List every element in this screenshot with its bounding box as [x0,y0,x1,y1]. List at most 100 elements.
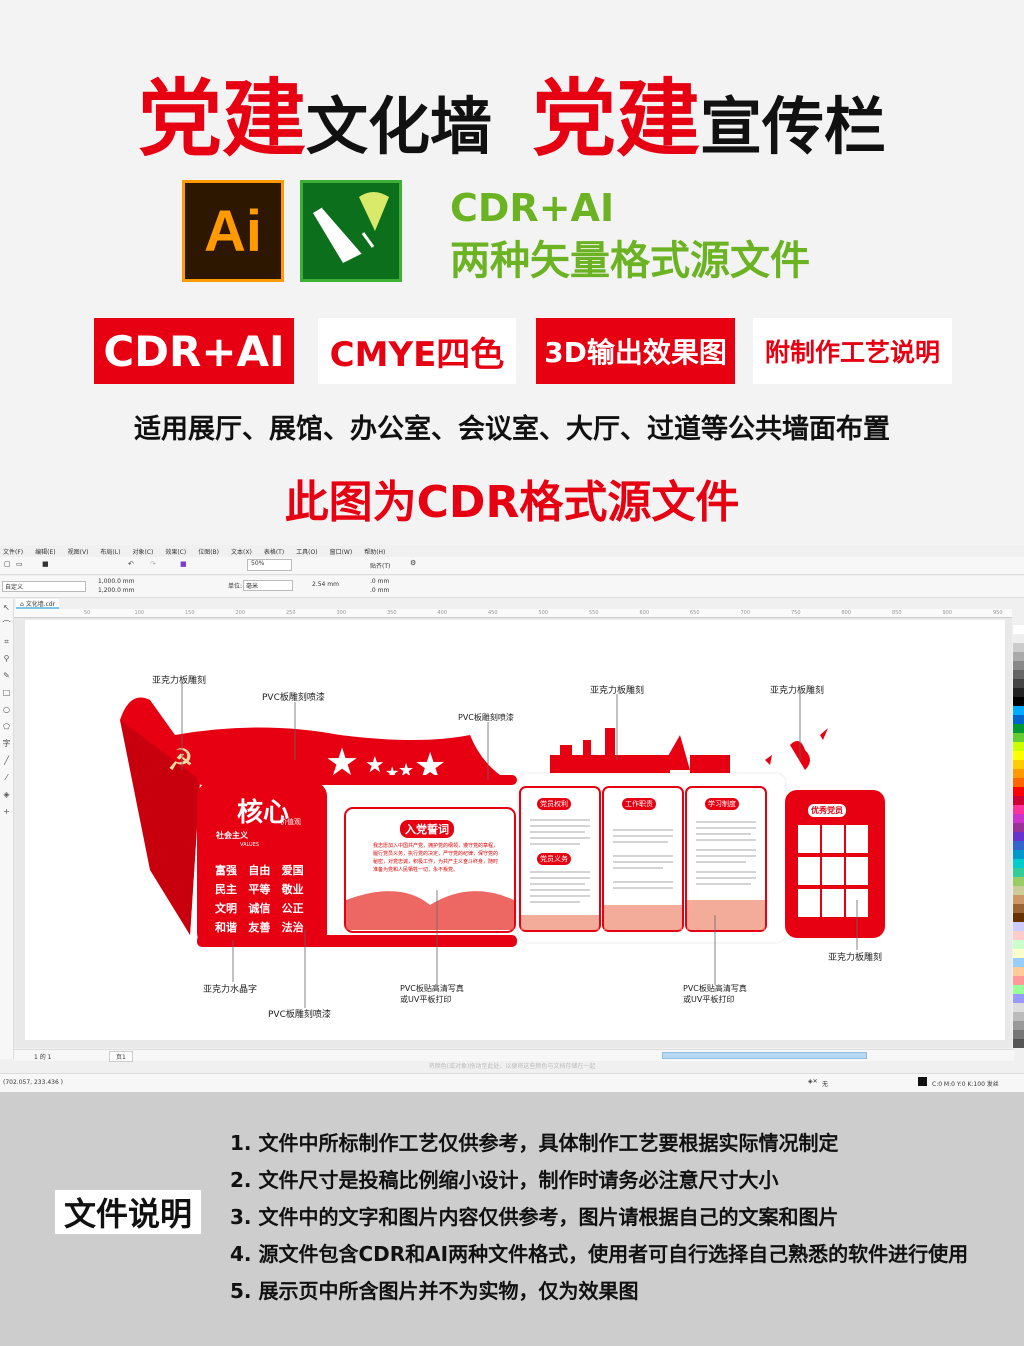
polygon-tool-icon[interactable]: ⬠ [0,718,13,735]
callout-label: PVC板雕刻喷漆 [262,693,325,703]
color-palette[interactable] [1013,625,1024,1055]
duplicate-y-field[interactable]: .0 mm [370,587,389,594]
palette-swatch[interactable] [1013,895,1024,904]
source-note: 此图为CDR格式源文件 [284,477,740,528]
palette-swatch[interactable] [1013,697,1024,706]
palette-swatch[interactable] [1013,832,1024,841]
hero-title: 党建文化墙 党建宣传栏 [0,52,1024,173]
palette-swatch[interactable] [1013,886,1024,895]
palette-swatch[interactable] [1013,949,1024,958]
palette-swatch[interactable] [1013,742,1024,751]
palette-swatch[interactable] [1013,850,1024,859]
page-preset-select[interactable]: 自定义 [2,581,86,592]
fill-tool-icon[interactable]: ◈ [0,786,13,803]
freehand-tool-icon[interactable]: ✎ [0,667,13,684]
palette-swatch[interactable] [1013,724,1024,733]
menu-window[interactable]: 窗口(W) [330,547,353,557]
palette-swatch[interactable] [1013,805,1024,814]
menu-file[interactable]: 文件(F) [3,547,23,557]
page-width-field[interactable]: 1,000.0 mm [98,578,135,585]
palette-swatch[interactable] [1013,976,1024,985]
unit-select[interactable]: 毫米 [243,580,293,591]
launcher-icon[interactable]: ■ [180,560,187,568]
palette-swatch[interactable] [1013,1012,1024,1021]
menu-tools[interactable]: 工具(O) [296,547,317,557]
snap-menu[interactable]: 贴齐(T) [370,561,390,570]
palette-swatch[interactable] [1013,688,1024,697]
menu-effects[interactable]: 效果(C) [165,547,186,557]
palette-swatch[interactable] [1013,625,1024,634]
palette-swatch[interactable] [1013,1003,1024,1012]
palette-swatch[interactable] [1013,841,1024,850]
menu-layout[interactable]: 布局(L) [100,547,120,557]
palette-swatch[interactable] [1013,814,1024,823]
ellipse-tool-icon[interactable]: ○ [0,701,13,718]
palette-swatch[interactable] [1013,679,1024,688]
palette-swatch[interactable] [1013,958,1024,967]
undo-icon[interactable]: ↶ [128,560,134,568]
zoom-tool-icon[interactable]: ⚲ [0,650,13,667]
palette-swatch[interactable] [1013,994,1024,1003]
star: ★ [365,753,385,778]
page-counter[interactable]: 1 的 1 [34,1052,51,1061]
menu-help[interactable]: 帮助(H) [364,547,385,557]
palette-swatch[interactable] [1013,787,1024,796]
menu-text[interactable]: 文本(X) [231,547,252,557]
palette-swatch[interactable] [1013,661,1024,670]
duplicate-x-field[interactable]: .0 mm [370,578,389,585]
shape-tool-icon[interactable]: ⌒ [0,616,13,633]
palette-swatch[interactable] [1013,868,1024,877]
doc-tab[interactable]: ⌂ 文化墙.cdr [16,599,60,609]
palette-swatch[interactable] [1013,769,1024,778]
menu-object[interactable]: 对象(C) [132,547,153,557]
palette-swatch[interactable] [1013,1039,1024,1048]
palette-swatch[interactable] [1013,760,1024,769]
palette-swatch[interactable] [1013,706,1024,715]
add-tool-icon[interactable]: + [0,803,13,820]
standard-toolbar: ▢ ▭ ■ ↶ ↷ ■ 50% 贴齐(T) ⚙ [0,557,1024,575]
palette-swatch[interactable] [1013,778,1024,787]
page-height-field[interactable]: 1,200.0 mm [98,587,135,594]
crop-tool-icon[interactable]: ⌗ [0,633,13,650]
options-gear-icon[interactable]: ⚙ [410,559,416,567]
palette-swatch[interactable] [1013,940,1024,949]
palette-swatch[interactable] [1013,670,1024,679]
palette-swatch[interactable] [1013,967,1024,976]
palette-swatch[interactable] [1013,877,1024,886]
palette-swatch[interactable] [1013,913,1024,922]
save-icon[interactable]: ■ [42,560,49,568]
rectangle-tool-icon[interactable]: □ [0,684,13,701]
palette-swatch[interactable] [1013,751,1024,760]
palette-swatch[interactable] [1013,796,1024,805]
palette-swatch[interactable] [1013,634,1024,643]
horizontal-scrollbar[interactable] [662,1052,867,1059]
palette-swatch[interactable] [1013,715,1024,724]
line-tool-icon[interactable]: ╱ [0,752,13,769]
drawing-page[interactable]: ☭ ★ ★ ★ ★ ★ 亚克力板雕刻 PVC板雕刻喷漆 PVC板雕刻喷漆 亚克力… [25,620,1005,1040]
text-tool-icon[interactable]: 字 [0,735,13,752]
new-icon[interactable]: ▢ [4,560,11,568]
palette-swatch[interactable] [1013,1030,1024,1039]
palette-swatch[interactable] [1013,652,1024,661]
open-icon[interactable]: ▭ [16,560,23,568]
palette-swatch[interactable] [1013,931,1024,940]
palette-swatch[interactable] [1013,985,1024,994]
eyedropper-icon[interactable]: ⁄ [0,769,13,786]
palette-swatch[interactable] [1013,922,1024,931]
zoom-select[interactable]: 50% [247,559,292,571]
menu-edit[interactable]: 编辑(E) [35,547,55,557]
palette-swatch[interactable] [1013,733,1024,742]
menu-table[interactable]: 表格(T) [264,547,284,557]
palette-swatch[interactable] [1013,823,1024,832]
palette-swatch[interactable] [1013,643,1024,652]
palette-swatch[interactable] [1013,859,1024,868]
palette-swatch[interactable] [1013,904,1024,913]
menu-view[interactable]: 视图(V) [68,547,89,557]
redo-icon[interactable]: ↷ [150,560,156,568]
nudge-field[interactable]: 2.54 mm [312,581,339,588]
horizontal-ruler[interactable]: 50 100 150 200 250 300 350 400 450 500 550 600 650 70… [14,609,1012,618]
core-value: 敬业 [281,883,304,896]
palette-swatch[interactable] [1013,1021,1024,1030]
pick-tool-icon[interactable]: ↖ [0,599,13,616]
menu-bitmap[interactable]: 位图(B) [198,547,219,557]
